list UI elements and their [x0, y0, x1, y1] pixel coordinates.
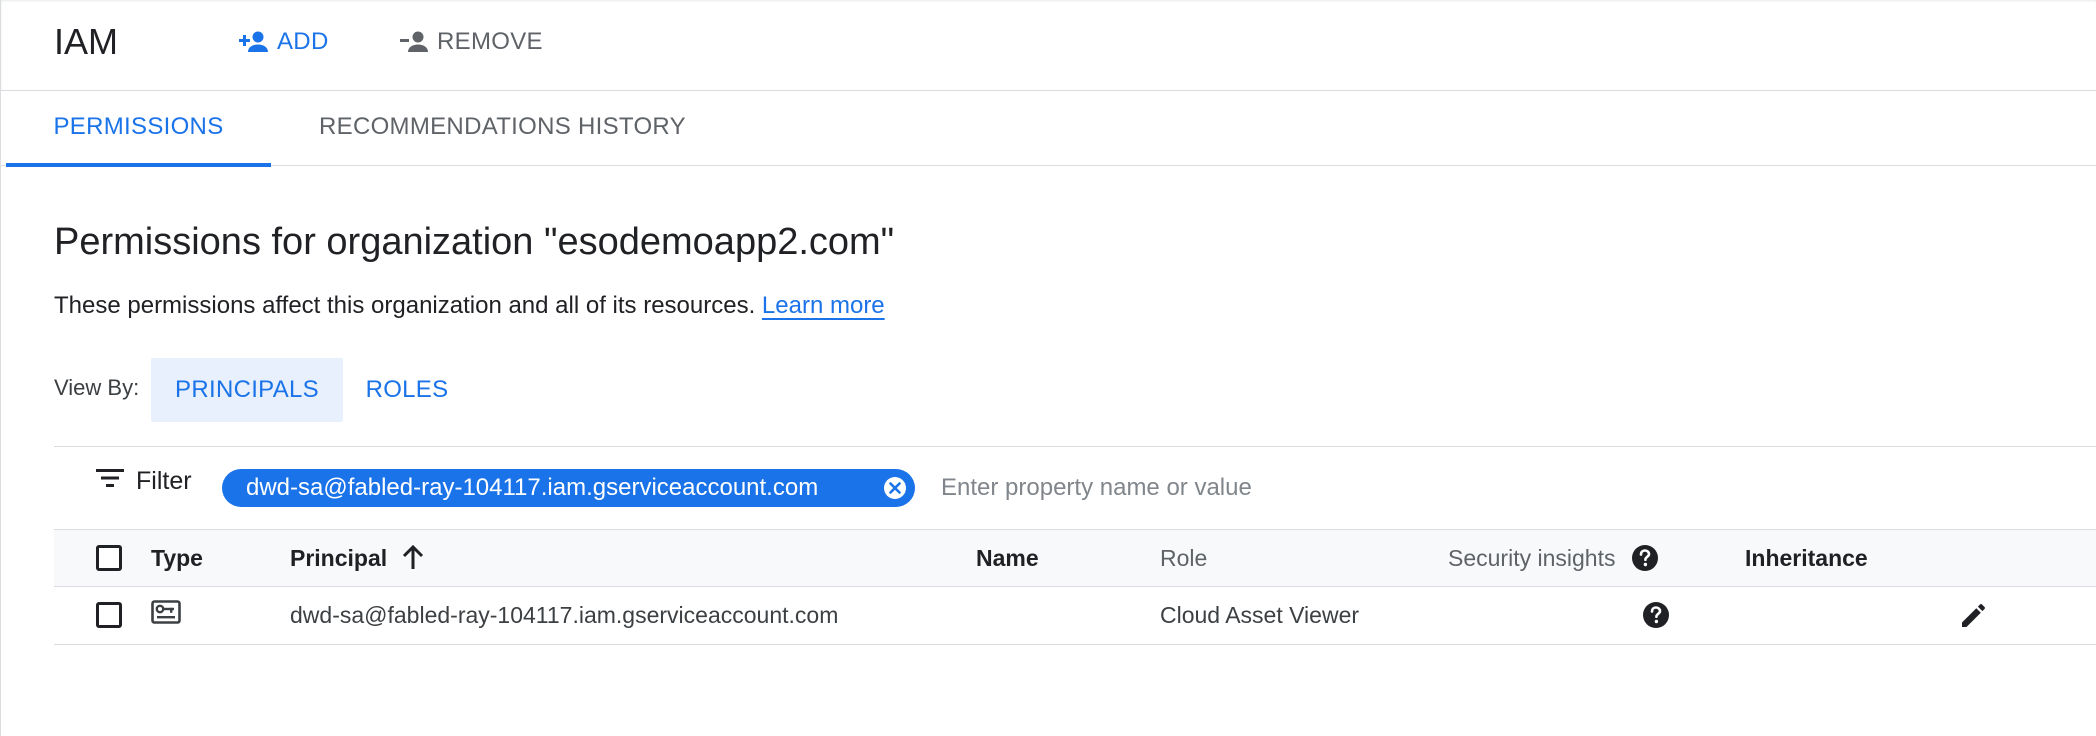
description-text: These permissions affect this organizati…: [54, 292, 756, 319]
row-role: Cloud Asset Viewer: [1160, 601, 1360, 628]
row-edit-cell: [1959, 587, 1989, 643]
table-header-row: Type Principal Name Role Security insigh…: [54, 529, 2096, 587]
iam-page: IAM ADD REMOVE PERMISSIONS RECOMMENDATIO…: [0, 0, 2096, 736]
row-type-cell: [151, 587, 181, 643]
filter-bar: Filter dwd-sa@fabled-ray-104117.iam.gser…: [54, 447, 2096, 529]
filter-list-icon: [96, 467, 124, 496]
remove-principal-button[interactable]: REMOVE: [399, 22, 543, 62]
row-select-cell: [96, 587, 122, 643]
page-description: These permissions affect this organizati…: [54, 290, 885, 322]
column-header-name[interactable]: Name: [976, 530, 1039, 586]
column-header-principal-label: Principal: [290, 544, 388, 571]
learn-more-link[interactable]: Learn more: [762, 292, 885, 319]
select-all-checkbox[interactable]: [96, 545, 122, 571]
view-by-roles-toggle[interactable]: ROLES: [343, 358, 471, 422]
row-checkbox[interactable]: [96, 602, 122, 628]
remove-button-label: REMOVE: [437, 28, 543, 55]
add-button-label: ADD: [277, 28, 329, 55]
column-header-security-insights-label: Security insights: [1448, 544, 1616, 571]
tab-bar: PERMISSIONS RECOMMENDATIONS HISTORY: [1, 91, 2096, 167]
edit-pencil-icon[interactable]: [1959, 600, 1989, 630]
column-header-role[interactable]: Role: [1160, 530, 1207, 586]
remove-person-icon: [399, 30, 429, 54]
filter-chip-text: dwd-sa@fabled-ray-104117.iam.gserviceacc…: [246, 474, 819, 501]
page-title: Permissions for organization "esodemoapp…: [54, 221, 895, 263]
tab-recommendations-history[interactable]: RECOMMENDATIONS HISTORY: [319, 91, 686, 163]
select-all-cell: [96, 530, 122, 586]
view-by-principals-toggle[interactable]: PRINCIPALS: [151, 358, 343, 422]
add-person-icon: [239, 30, 269, 54]
sort-arrow-up-icon[interactable]: [401, 545, 425, 571]
page-app-title: IAM: [54, 21, 119, 62]
table-row: dwd-sa@fabled-ray-104117.iam.gserviceacc…: [54, 587, 2096, 645]
filter-button[interactable]: Filter: [96, 467, 192, 496]
view-by-label: View By:: [54, 375, 140, 400]
add-principal-button[interactable]: ADD: [239, 22, 329, 62]
filter-chip[interactable]: dwd-sa@fabled-ray-104117.iam.gserviceacc…: [222, 469, 915, 507]
help-icon[interactable]: [1642, 601, 1670, 629]
tab-permissions[interactable]: PERMISSIONS: [6, 91, 271, 167]
row-security-insights: [1642, 587, 1670, 643]
column-header-security-insights[interactable]: Security insights: [1448, 530, 1659, 586]
column-header-principal[interactable]: Principal: [290, 530, 425, 586]
app-header: IAM ADD REMOVE: [1, 0, 2096, 91]
permissions-table: Type Principal Name Role Security insigh…: [54, 529, 2096, 645]
column-header-inheritance[interactable]: Inheritance: [1745, 530, 1868, 586]
filter-label: Filter: [136, 467, 192, 495]
row-principal: dwd-sa@fabled-ray-104117.iam.gserviceacc…: [290, 601, 839, 628]
service-account-icon: [151, 600, 181, 630]
filter-input[interactable]: [941, 469, 1841, 507]
chip-close-icon[interactable]: [883, 476, 907, 500]
help-icon[interactable]: [1631, 544, 1659, 572]
column-header-type[interactable]: Type: [151, 530, 203, 586]
